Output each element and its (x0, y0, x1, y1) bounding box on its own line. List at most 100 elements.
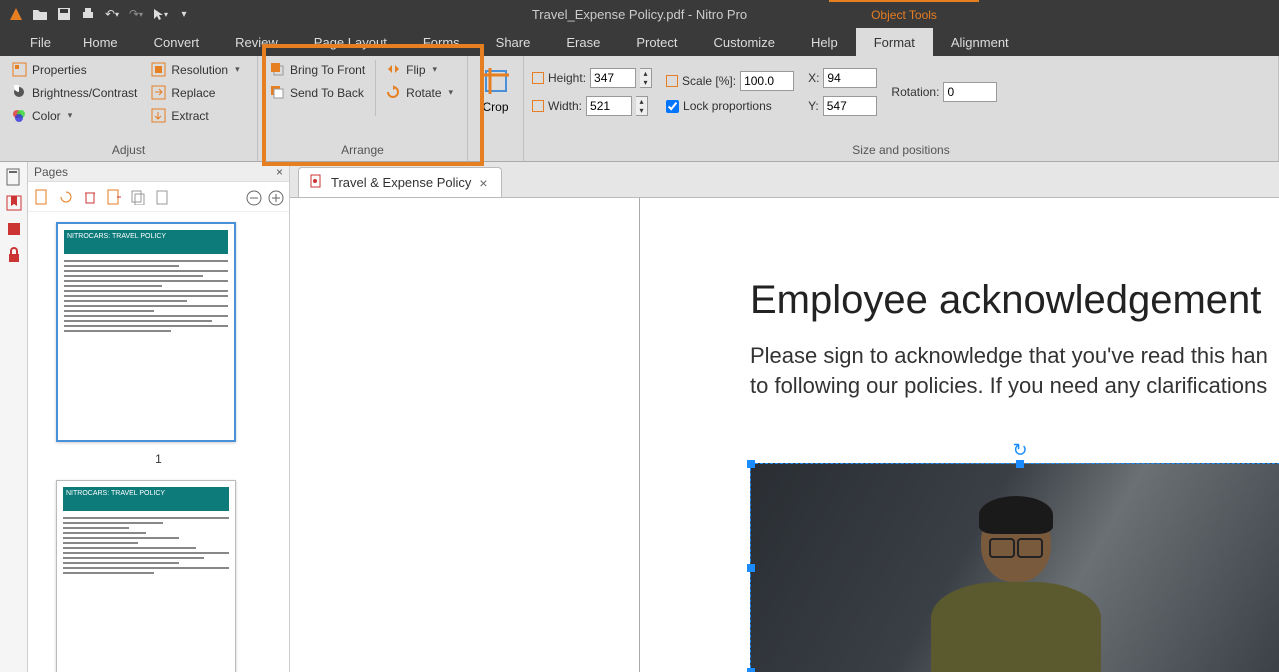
crop-button[interactable]: Crop (476, 60, 516, 114)
content-heading: Employee acknowledgement (750, 278, 1279, 323)
brightness-label: Brightness/Contrast (32, 86, 137, 100)
thumb-header: NITROCARS: TRAVEL POLICY (63, 487, 229, 511)
redo-icon[interactable]: ↷ ▾ (128, 6, 144, 22)
page-delete-icon[interactable] (82, 189, 98, 205)
left-icon-bar (0, 162, 28, 672)
menu-convert[interactable]: Convert (136, 28, 218, 56)
menu-help[interactable]: Help (793, 28, 856, 56)
page-thumbnail-2[interactable]: NITROCARS: TRAVEL POLICY (56, 480, 236, 672)
resolution-label: Resolution (171, 63, 228, 77)
lock-proportions-checkbox[interactable] (666, 100, 679, 113)
zoom-out-icon[interactable] (245, 189, 261, 205)
height-icon (532, 72, 544, 84)
height-label: Height: (548, 71, 586, 85)
ribbon: Properties Brightness/Contrast Color▾ Re… (0, 56, 1279, 162)
print-icon[interactable] (80, 6, 96, 22)
rotation-label: Rotation: (891, 85, 939, 99)
save-icon[interactable] (56, 6, 72, 22)
send-to-back-button[interactable]: Send To Back (266, 83, 369, 102)
menu-erase[interactable]: Erase (548, 28, 618, 56)
page-content: Employee acknowledgement Please sign to … (640, 198, 1279, 672)
content-paragraph: Please sign to acknowledge that you've r… (750, 341, 1279, 400)
menu-review[interactable]: Review (217, 28, 296, 56)
extract-button[interactable]: Extract (147, 106, 243, 125)
height-input[interactable] (590, 68, 636, 88)
workspace: Pages × NITROCARS: TRAVEL POLICY 1 (0, 162, 1279, 672)
security-icon[interactable] (5, 246, 23, 264)
pages-panel-header: Pages × (28, 162, 289, 182)
color-label: Color (32, 109, 61, 123)
flip-button[interactable]: Flip▾ (382, 60, 457, 79)
x-label: X: (808, 71, 819, 85)
tab-file-icon (309, 174, 323, 191)
properties-label: Properties (32, 63, 87, 77)
document-tab[interactable]: Travel & Expense Policy × (298, 167, 502, 197)
menu-bar: File Home Convert Review Page Layout For… (0, 28, 1279, 56)
resolution-button[interactable]: Resolution▾ (147, 60, 243, 79)
properties-button[interactable]: Properties (8, 60, 141, 79)
y-input[interactable] (823, 96, 877, 116)
cursor-icon[interactable]: ▾ (152, 6, 168, 22)
menu-file[interactable]: File (16, 28, 65, 56)
bring-to-front-button[interactable]: Bring To Front (266, 60, 369, 79)
thumb-header: NITROCARS: TRAVEL POLICY (64, 230, 228, 254)
rotate-button[interactable]: Rotate▾ (382, 83, 457, 102)
menu-protect[interactable]: Protect (618, 28, 695, 56)
menu-page-layout[interactable]: Page Layout (296, 28, 405, 56)
page-paste-icon[interactable] (154, 189, 170, 205)
pages-panel-icon[interactable] (5, 168, 23, 186)
page-new-icon[interactable] (34, 189, 50, 205)
ribbon-group-crop: Crop (468, 56, 524, 161)
arrange-group-label: Arrange (266, 143, 459, 159)
page-thumbnails[interactable]: NITROCARS: TRAVEL POLICY 1 NITROCARS: TR… (28, 212, 289, 672)
resize-handle-n[interactable] (1016, 460, 1024, 468)
menu-customize[interactable]: Customize (696, 28, 793, 56)
pages-panel: Pages × NITROCARS: TRAVEL POLICY 1 (28, 162, 290, 672)
width-icon (532, 100, 544, 112)
width-label: Width: (548, 99, 582, 113)
resize-handle-nw[interactable] (747, 460, 755, 468)
menu-forms[interactable]: Forms (405, 28, 478, 56)
rotation-input[interactable] (943, 82, 997, 102)
document-area: Travel & Expense Policy × Employee ackno… (290, 162, 1279, 672)
page-extract-icon[interactable] (106, 189, 122, 205)
scale-input[interactable] (740, 71, 794, 91)
document-tab-label: Travel & Expense Policy (331, 175, 471, 190)
bookmarks-icon[interactable] (5, 194, 23, 212)
height-spinner[interactable]: ▴▾ (640, 68, 652, 88)
ribbon-group-size: Height:▴▾ Width:▴▾ Scale [%]: Lock propo… (524, 56, 1279, 161)
pages-panel-title: Pages (34, 165, 68, 179)
rotate-handle-icon[interactable]: ↻ (1012, 440, 1027, 461)
qat-customize-icon[interactable]: ▾ (176, 6, 192, 22)
color-button[interactable]: Color▾ (8, 106, 141, 125)
pages-toolbar (28, 182, 289, 212)
page-rotate-icon[interactable] (58, 189, 74, 205)
selected-image[interactable]: ↻ ✥ (750, 463, 1279, 672)
quick-access-toolbar: ↶ ▾ ↷ ▾ ▾ ▾ (0, 6, 192, 22)
menu-format[interactable]: Format (856, 28, 933, 56)
resize-handle-sw[interactable] (747, 668, 755, 672)
scale-label: Scale [%]: (682, 74, 736, 88)
zoom-in-icon[interactable] (267, 189, 283, 205)
y-label: Y: (808, 99, 819, 113)
signatures-icon[interactable] (5, 220, 23, 238)
tab-close-icon[interactable]: × (479, 175, 491, 191)
resize-handle-w[interactable] (747, 564, 755, 572)
object-tools-tab[interactable]: Object Tools (829, 0, 979, 28)
open-icon[interactable] (32, 6, 48, 22)
scale-icon (666, 75, 678, 87)
page-copy-icon[interactable] (130, 189, 146, 205)
pages-panel-close-icon[interactable]: × (276, 165, 283, 179)
menu-alignment[interactable]: Alignment (933, 28, 1027, 56)
extract-label: Extract (171, 109, 208, 123)
menu-home[interactable]: Home (65, 28, 136, 56)
replace-button[interactable]: Replace (147, 83, 243, 102)
x-input[interactable] (823, 68, 877, 88)
brightness-button[interactable]: Brightness/Contrast (8, 83, 141, 102)
width-spinner[interactable]: ▴▾ (636, 96, 648, 116)
undo-icon[interactable]: ↶ ▾ (104, 6, 120, 22)
width-input[interactable] (586, 96, 632, 116)
document-canvas[interactable]: Employee acknowledgement Please sign to … (290, 198, 1279, 672)
menu-share[interactable]: Share (478, 28, 549, 56)
page-thumbnail-1[interactable]: NITROCARS: TRAVEL POLICY (56, 222, 236, 442)
